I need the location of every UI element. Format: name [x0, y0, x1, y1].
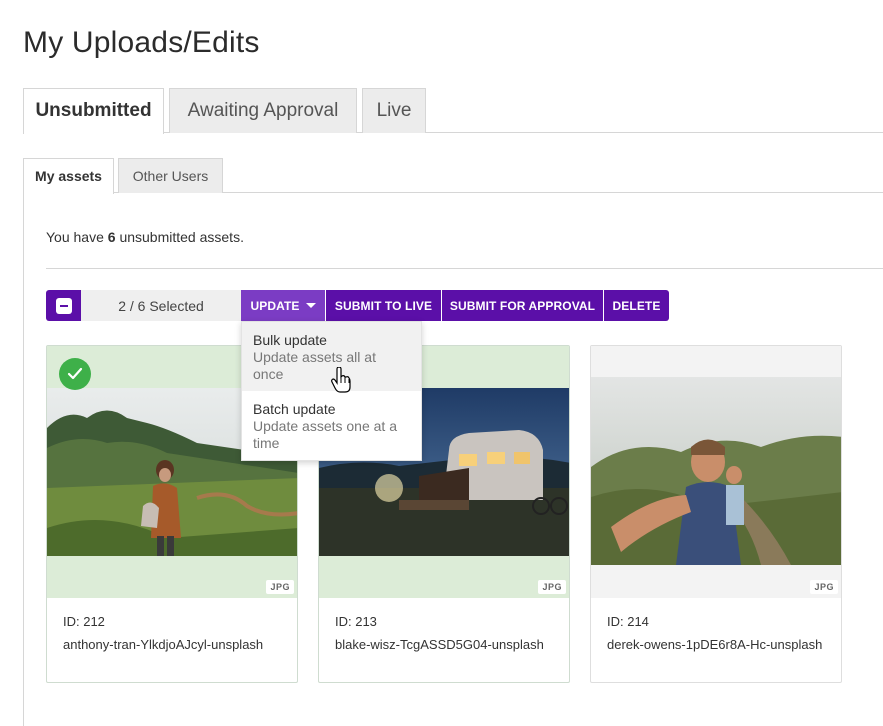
summary-prefix: You have — [46, 229, 104, 245]
menu-item-title: Bulk update — [253, 332, 327, 348]
submit-to-live-button[interactable]: SUBMIT TO LIVE — [325, 290, 441, 321]
tab-unsubmitted[interactable]: Unsubmitted — [23, 88, 164, 134]
file-format-badge: JPG — [538, 580, 566, 594]
unsubmitted-summary: You have 6 unsubmitted assets. — [46, 229, 244, 245]
selected-count: 2 / 6 Selected — [81, 290, 241, 321]
asset-id: ID: 214 — [607, 614, 649, 629]
delete-button[interactable]: DELETE — [603, 290, 669, 321]
menu-item-title: Batch update — [253, 401, 336, 417]
asset-id: ID: 212 — [63, 614, 105, 629]
asset-filename: anthony-tran-YlkdjoAJcyl-unsplash — [63, 637, 264, 652]
divider — [46, 268, 883, 269]
asset-filename: derek-owens-1pDE6r8A-Hc-unsplash — [607, 637, 823, 652]
file-format-badge: JPG — [266, 580, 294, 594]
main-tabs: Unsubmitted Awaiting Approval Live — [23, 88, 883, 134]
bulk-action-toolbar: 2 / 6 Selected UPDATE SUBMIT TO LIVE SUB… — [46, 290, 669, 321]
asset-thumbnail — [591, 377, 841, 565]
asset-id: ID: 213 — [335, 614, 377, 629]
summary-suffix: unsubmitted assets. — [119, 229, 244, 245]
summary-count: 6 — [107, 229, 116, 245]
submit-for-approval-button[interactable]: SUBMIT FOR APPROVAL — [441, 290, 603, 321]
select-all-checkbox[interactable] — [46, 290, 81, 321]
update-button[interactable]: UPDATE — [241, 290, 325, 321]
caret-down-icon — [305, 303, 316, 308]
file-format-badge: JPG — [810, 580, 838, 594]
tab-other-users[interactable]: Other Users — [118, 158, 223, 193]
asset-filename: blake-wisz-TcgASSD5G04-unsplash — [335, 637, 544, 652]
tab-my-assets[interactable]: My assets — [23, 158, 114, 194]
tab-live[interactable]: Live — [362, 88, 426, 133]
sub-tabs: My assets Other Users — [23, 158, 883, 194]
selected-check-icon[interactable] — [59, 358, 91, 390]
page-title: My Uploads/Edits — [23, 26, 260, 59]
update-button-label: UPDATE — [250, 298, 300, 313]
indeterminate-checkbox-icon — [55, 297, 72, 314]
asset-card[interactable]: JPG ID: 214 derek-owens-1pDE6r8A-Hc-unsp… — [590, 345, 842, 683]
menu-item-description: Update assets one at a time — [253, 418, 397, 451]
tab-awaiting-approval[interactable]: Awaiting Approval — [169, 88, 357, 133]
hand-pointer-cursor-icon — [331, 366, 351, 398]
menu-item-batch-update[interactable]: Batch update Update assets one at a time — [242, 391, 421, 460]
